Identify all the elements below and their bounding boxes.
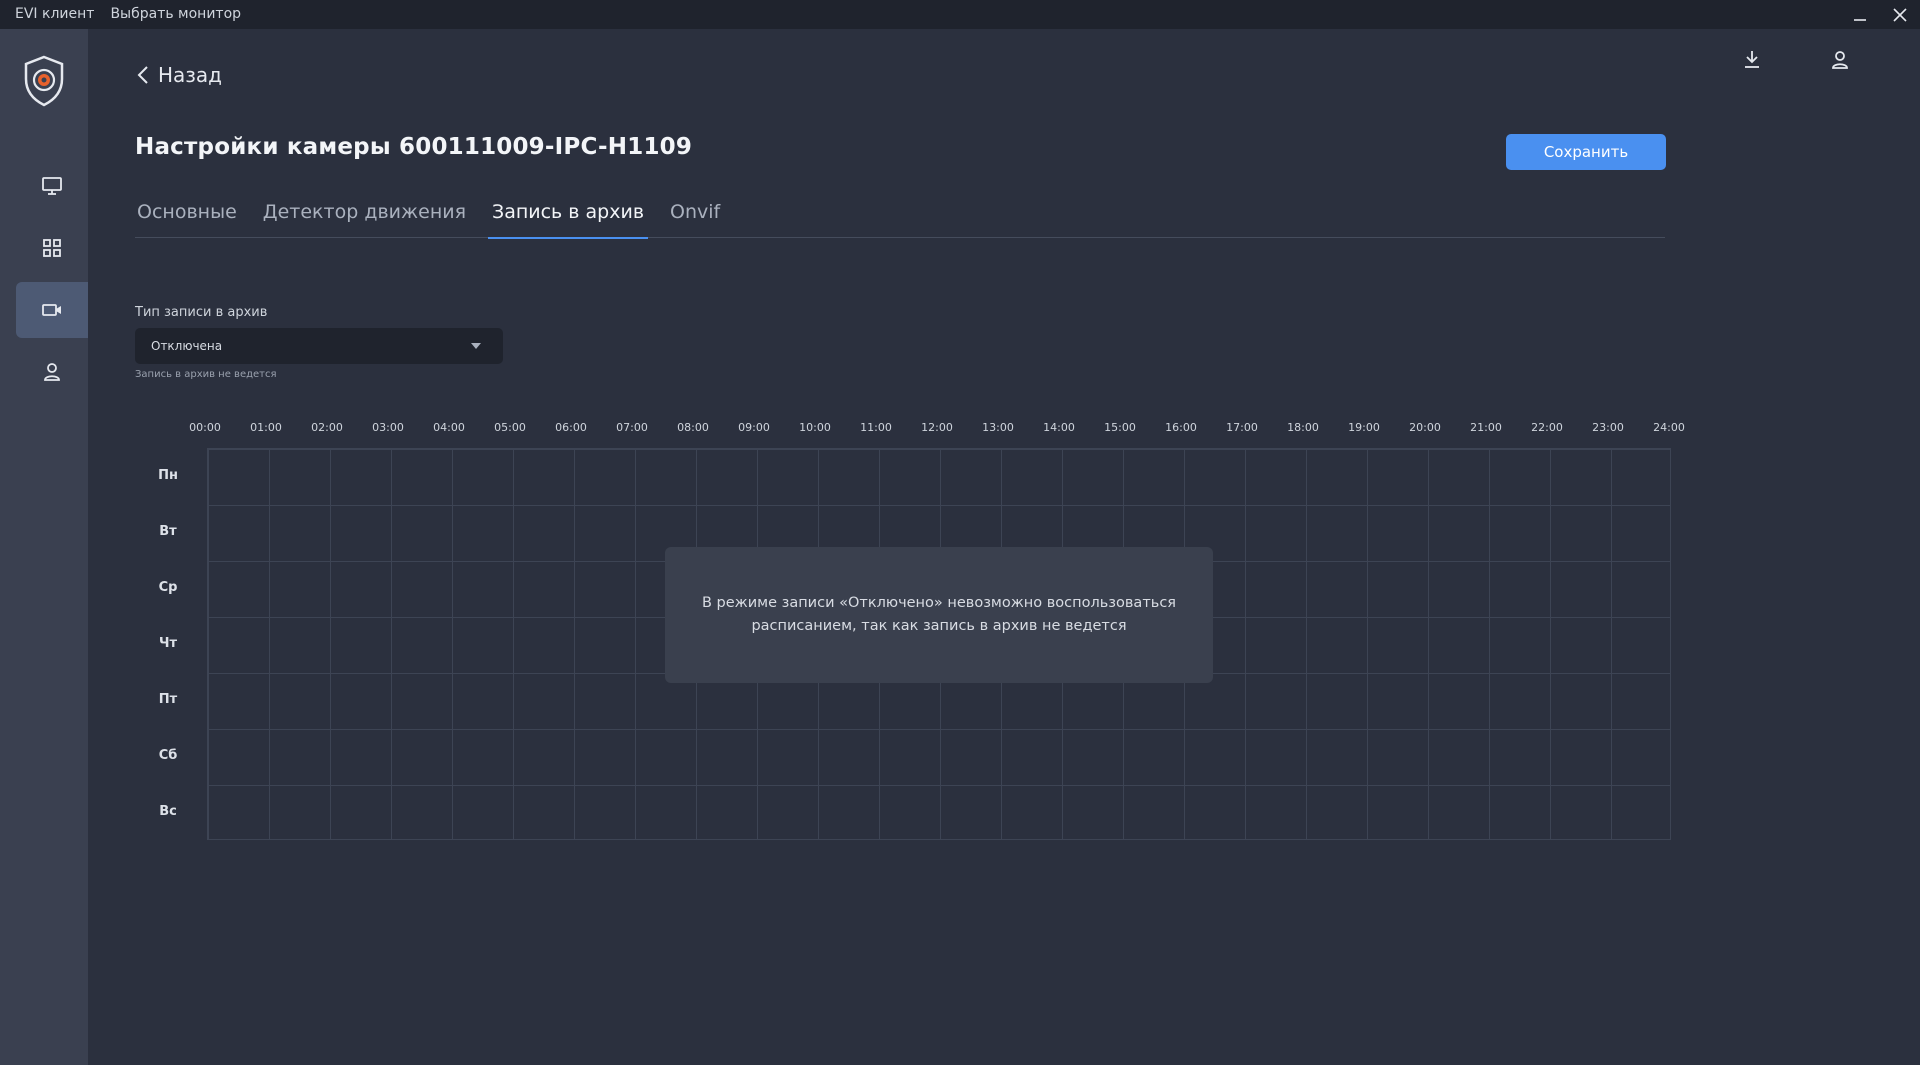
hour-label: 16:00: [1165, 421, 1197, 434]
page-title: Настройки камеры 600111009-IPC-H1109: [135, 134, 693, 160]
schedule-disabled-message: В режиме записи «Отключено» невозможно в…: [665, 547, 1213, 683]
nav-camera[interactable]: [16, 282, 88, 338]
hour-label: 24:00: [1653, 421, 1685, 434]
caret-down-icon: [471, 343, 481, 349]
title-bar: EVI клиент Выбрать монитор: [0, 0, 1920, 29]
hour-label: 09:00: [738, 421, 770, 434]
tab-archive-recording[interactable]: Запись в архив: [488, 199, 649, 239]
hour-label: 02:00: [311, 421, 343, 434]
back-button[interactable]: Назад: [136, 63, 222, 87]
day-label: Чт: [158, 636, 178, 651]
profile-icon: [1832, 51, 1848, 69]
app-name: EVI клиент: [15, 6, 95, 22]
main-content: Назад Настройки камеры 600111009-IPC-H11…: [88, 29, 1920, 1065]
user-icon: [44, 363, 60, 381]
tab-general[interactable]: Основные: [135, 199, 239, 238]
archive-type-select[interactable]: Отключена: [135, 328, 503, 364]
day-label: Ср: [158, 580, 178, 595]
hour-label: 14:00: [1043, 421, 1075, 434]
download-button[interactable]: [1742, 49, 1762, 71]
day-label: Пт: [158, 692, 178, 707]
window-controls: [1840, 0, 1920, 29]
minimize-icon: [1854, 19, 1866, 21]
minimize-button[interactable]: [1840, 0, 1880, 29]
save-button[interactable]: Сохранить: [1506, 134, 1666, 170]
nav-monitor[interactable]: [16, 158, 88, 214]
hour-label: 23:00: [1592, 421, 1624, 434]
hour-label: 15:00: [1104, 421, 1136, 434]
hour-label: 20:00: [1409, 421, 1441, 434]
hour-label: 05:00: [494, 421, 526, 434]
close-button[interactable]: [1880, 0, 1920, 29]
sidebar: [0, 29, 88, 1065]
schedule-hour-axis: 00:00 01:00 02:00 03:00 04:00 05:00 06:00 07:00…: [88, 421, 1920, 435]
hour-label: 01:00: [250, 421, 282, 434]
hour-label: 10:00: [799, 421, 831, 434]
day-label: Сб: [158, 748, 178, 763]
day-label: Пн: [158, 468, 178, 483]
back-label: Назад: [158, 63, 223, 87]
day-label: Вс: [159, 804, 177, 819]
hour-label: 08:00: [677, 421, 709, 434]
hour-label: 17:00: [1226, 421, 1258, 434]
hour-label: 00:00: [189, 421, 221, 434]
hour-label: 21:00: [1470, 421, 1502, 434]
app-logo: [22, 55, 66, 107]
shield-logo-icon: [24, 55, 64, 107]
hour-label: 03:00: [372, 421, 404, 434]
download-icon: [1745, 51, 1759, 68]
chevron-left-icon: [137, 66, 148, 84]
header-actions: [1742, 49, 1850, 71]
close-icon: [1893, 8, 1907, 22]
nav-grid[interactable]: [16, 220, 88, 276]
hour-label: 07:00: [616, 421, 648, 434]
select-monitor-menu[interactable]: Выбрать монитор: [102, 0, 249, 29]
tab-bar: Основные Детектор движения Запись в архи…: [135, 199, 1665, 239]
archive-type-value: Отключена: [151, 339, 223, 353]
hour-label: 22:00: [1531, 421, 1563, 434]
camera-icon: [42, 304, 61, 316]
hour-label: 13:00: [982, 421, 1014, 434]
archive-type-hint: Запись в архив не ведется: [135, 369, 277, 380]
hour-label: 18:00: [1287, 421, 1319, 434]
tab-onvif[interactable]: Onvif: [668, 199, 722, 238]
archive-type-label: Тип записи в архив: [135, 305, 268, 320]
nav-user[interactable]: [16, 344, 88, 400]
monitor-icon: [42, 177, 62, 195]
profile-button[interactable]: [1830, 49, 1850, 71]
tab-motion-detector[interactable]: Детектор движения: [261, 199, 468, 238]
hour-label: 04:00: [433, 421, 465, 434]
hour-label: 11:00: [860, 421, 892, 434]
hour-label: 12:00: [921, 421, 953, 434]
grid-icon: [43, 239, 61, 257]
day-label: Вт: [159, 524, 177, 539]
hour-label: 06:00: [555, 421, 587, 434]
hour-label: 19:00: [1348, 421, 1380, 434]
